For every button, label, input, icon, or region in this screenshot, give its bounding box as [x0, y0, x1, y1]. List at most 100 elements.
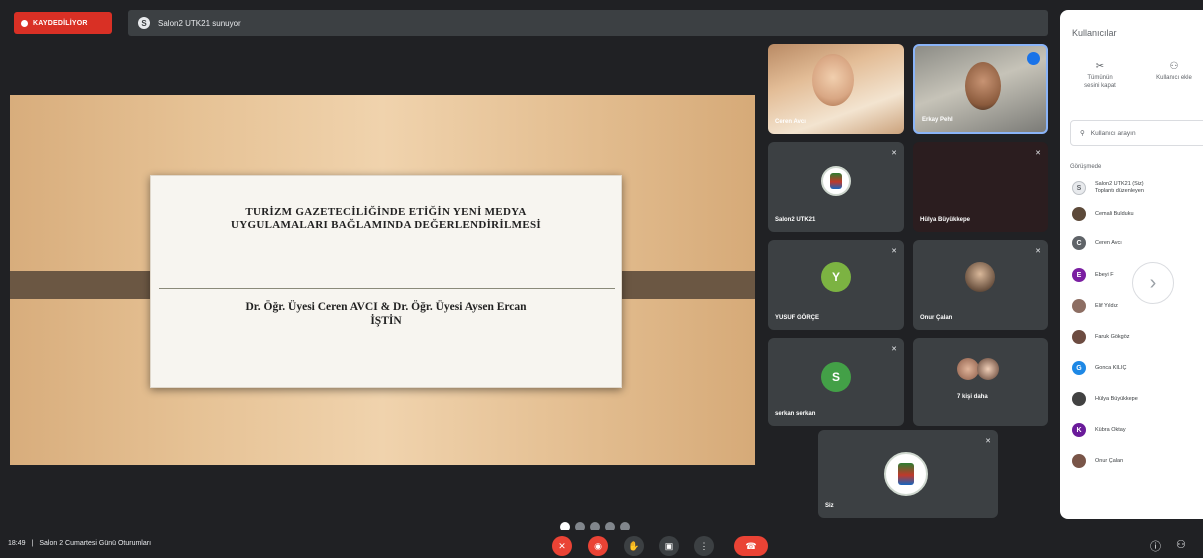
- participant-tile[interactable]: ✕ S serkan serkan: [768, 338, 904, 426]
- avatar: K: [1072, 423, 1086, 437]
- list-item[interactable]: Elif Yıldız: [1072, 297, 1118, 315]
- carousel-next-button[interactable]: ›: [1132, 262, 1174, 304]
- add-user-button[interactable]: ⚇ Kullanıcı ekle: [1154, 61, 1194, 82]
- list-item[interactable]: S Salon2 UTK21 (Siz) Toplantı düzenleyen: [1072, 179, 1144, 197]
- participant-tile[interactable]: ✕ Y YUSUF GÖRÇE: [768, 240, 904, 330]
- participant-name: Ceren Avcı: [775, 119, 806, 125]
- slide-authors: Dr. Öğr. Üyesi Ceren AVCI & Dr. Öğr. Üye…: [151, 300, 621, 328]
- list-item[interactable]: Faruk Gökgöz: [1072, 328, 1130, 346]
- speaking-icon: [1027, 52, 1040, 65]
- panel-title: Kullanıcılar: [1072, 28, 1117, 38]
- participant-name: Erkay Pehl: [922, 117, 953, 123]
- meeting-info: 18:49 | Salon 2 Cumartesi Günü Oturumlar…: [8, 540, 151, 547]
- participant-video: [812, 54, 854, 106]
- top-bar: KAYDEDİLİYOR S Salon2 UTK21 sunuyor: [0, 0, 1058, 44]
- user-name: Hülya Büyükkepe: [1095, 395, 1138, 402]
- add-person-icon: ⚇: [1169, 61, 1179, 72]
- avatar: C: [1072, 236, 1086, 250]
- recording-label: KAYDEDİLİYOR: [33, 19, 88, 27]
- participant-name: serkan serkan: [775, 411, 816, 417]
- avatar: S: [821, 362, 851, 392]
- participant-name: Onur Çalan: [920, 315, 953, 321]
- list-item[interactable]: K Kübra Oktay: [1072, 421, 1126, 439]
- hand-icon: ✋: [628, 540, 640, 551]
- mic-toggle-button[interactable]: ✕: [552, 536, 572, 556]
- section-label: Görüşmede: [1070, 164, 1102, 170]
- list-item[interactable]: C Ceren Avcı: [1072, 234, 1122, 252]
- participant-name: Siz: [825, 503, 834, 509]
- search-icon: ⚲: [1080, 130, 1085, 137]
- more-participants-label: 7 kişi daha: [957, 394, 988, 400]
- mic-off-icon: ✕: [891, 150, 897, 157]
- slide-title-line1: TURİZM GAZETECİLİĞİNDE ETİĞİN YENİ MEDYA: [245, 206, 527, 218]
- participant-tile[interactable]: Ceren Avcı: [768, 44, 904, 134]
- participant-name: Hülya Büyükkepe: [920, 217, 971, 223]
- search-input[interactable]: ⚲ Kullanıcı arayın: [1070, 120, 1203, 146]
- logo-icon: [898, 463, 914, 485]
- participant-tile[interactable]: ✕ Onur Çalan: [913, 240, 1048, 330]
- meeting-time: 18:49: [8, 540, 26, 547]
- mute-all-label: Tümünün sesini kapat: [1084, 75, 1116, 89]
- participant-name: Salon2 UTK21: [775, 217, 816, 223]
- mic-off-icon: ✕: [1035, 150, 1041, 157]
- slide-divider: [159, 288, 615, 289]
- add-user-label: Kullanıcı ekle: [1156, 75, 1192, 81]
- participant-video: [965, 62, 1001, 110]
- people-panel: Kullanıcılar ✂ Tümünün sesini kapat ⚇ Ku…: [1060, 10, 1203, 519]
- participant-tile[interactable]: 7 kişi daha: [913, 338, 1048, 426]
- raise-hand-button[interactable]: ✋: [624, 536, 644, 556]
- avatar: [1072, 330, 1086, 344]
- present-screen-icon: ▣: [664, 540, 674, 551]
- mute-all-button[interactable]: ✂ Tümünün sesini kapat: [1080, 61, 1120, 90]
- list-item[interactable]: Onur Çalan: [1072, 452, 1123, 470]
- list-item[interactable]: E Ebeyi F: [1072, 266, 1114, 284]
- slide-title-card: TURİZM GAZETECİLİĞİNDE ETİĞİN YENİ MEDYA…: [150, 175, 622, 388]
- self-tile[interactable]: ✕ Siz: [818, 430, 998, 518]
- avatar: [1072, 207, 1086, 221]
- avatar: E: [1072, 268, 1086, 282]
- avatar: [821, 166, 851, 196]
- user-name: Gonca KILIÇ: [1095, 364, 1127, 371]
- search-placeholder: Kullanıcı arayın: [1090, 129, 1136, 137]
- avatar: [1072, 392, 1086, 406]
- user-name: Ceren Avcı: [1095, 239, 1122, 246]
- avatar: Y: [821, 262, 851, 292]
- avatar: [957, 358, 979, 380]
- avatar: [884, 452, 928, 496]
- avatar: G: [1072, 361, 1086, 375]
- info-icon[interactable]: ⓘ: [1150, 538, 1161, 554]
- participant-tile[interactable]: ✕ Salon2 UTK21: [768, 142, 904, 232]
- slide-authors-line2: İŞTİN: [370, 315, 402, 327]
- list-item[interactable]: Cemali Bulduku: [1072, 205, 1134, 223]
- mic-off-icon: ✕: [891, 346, 897, 353]
- user-name: Elif Yıldız: [1095, 302, 1118, 309]
- avatar: S: [1072, 181, 1086, 195]
- participant-tile[interactable]: ✕ Hülya Büyükkepe: [913, 142, 1048, 232]
- people-icon[interactable]: ⚇: [1176, 538, 1186, 551]
- more-vert-icon: ⋮: [699, 540, 709, 551]
- camera-toggle-button[interactable]: ◉: [588, 536, 608, 556]
- mic-off-icon: ✕: [985, 438, 991, 445]
- participant-tile[interactable]: Erkay Pehl: [913, 44, 1048, 134]
- mic-off-icon: ✂: [1095, 61, 1105, 72]
- participant-name: YUSUF GÖRÇE: [775, 315, 820, 321]
- avatar: [977, 358, 999, 380]
- recording-indicator[interactable]: KAYDEDİLİYOR: [14, 12, 112, 34]
- mic-off-icon: ✕: [558, 540, 566, 551]
- list-item[interactable]: G Gonca KILIÇ: [1072, 359, 1127, 377]
- hangup-icon: ☎: [745, 540, 757, 551]
- presenting-banner: S Salon2 UTK21 sunuyor: [128, 10, 1048, 36]
- list-item[interactable]: Hülya Büyükkepe: [1072, 390, 1138, 408]
- bottom-bar: 18:49 | Salon 2 Cumartesi Günü Oturumlar…: [0, 530, 1203, 558]
- slide-title: TURİZM GAZETECİLİĞİNDE ETİĞİN YENİ MEDYA…: [151, 206, 621, 232]
- leave-call-button[interactable]: ☎: [734, 536, 768, 556]
- slide-title-line2: UYGULAMALARI BAĞLAMINDA DEĞERLENDİRİLMES…: [231, 219, 541, 231]
- avatar: [1072, 454, 1086, 468]
- present-button[interactable]: ▣: [659, 536, 679, 556]
- user-name: Salon2 UTK21 (Siz) Toplantı düzenleyen: [1095, 181, 1144, 194]
- avatar: [965, 262, 995, 292]
- user-name: Ebeyi F: [1095, 271, 1114, 278]
- slide-authors-line1: Dr. Öğr. Üyesi Ceren AVCI & Dr. Öğr. Üye…: [245, 301, 527, 313]
- more-options-button[interactable]: ⋮: [694, 536, 714, 556]
- chevron-right-icon: ›: [1149, 271, 1157, 294]
